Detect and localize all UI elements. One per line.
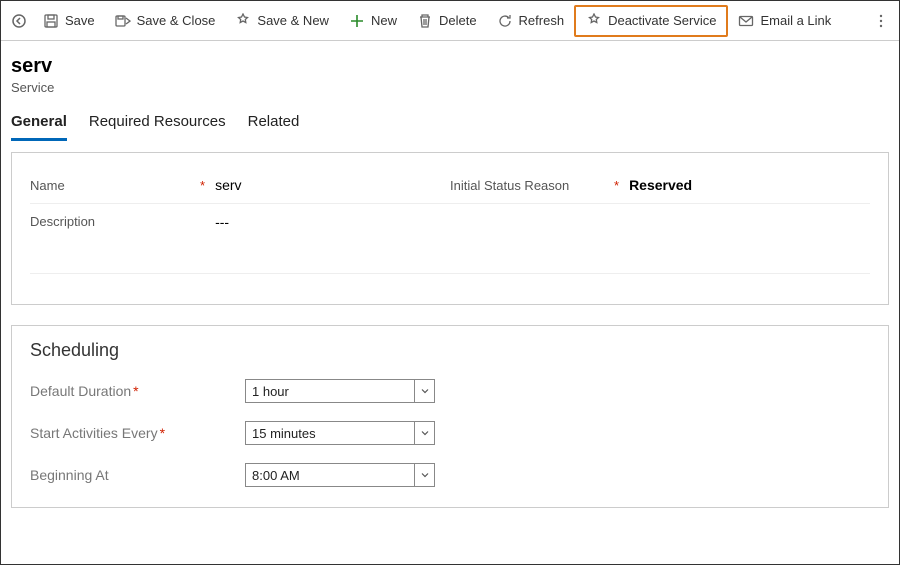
deactivate-icon <box>586 13 602 29</box>
tab-required-resources[interactable]: Required Resources <box>89 109 226 141</box>
deactivate-service-button[interactable]: Deactivate Service <box>574 5 728 37</box>
default-duration-select[interactable]: 1 hour <box>245 379 435 403</box>
required-indicator: * <box>614 178 619 193</box>
back-icon <box>11 13 27 29</box>
new-button[interactable]: New <box>339 7 407 35</box>
save-new-label: Save & New <box>257 13 329 28</box>
name-field[interactable]: serv <box>215 177 241 193</box>
beginning-at-select[interactable]: 8:00 AM <box>245 463 435 487</box>
start-activities-value: 15 minutes <box>252 426 316 441</box>
overflow-menu-button[interactable] <box>867 1 895 41</box>
description-label: Description <box>30 214 170 229</box>
save-close-button[interactable]: Save & Close <box>105 7 226 35</box>
form-tabs: General Required Resources Related <box>1 101 899 142</box>
scheduling-title: Scheduling <box>30 340 870 361</box>
beginning-at-label: Beginning At <box>30 467 245 483</box>
plus-icon <box>349 13 365 29</box>
initial-status-field[interactable]: Reserved <box>629 177 692 193</box>
new-label: New <box>371 13 397 28</box>
save-new-icon <box>235 13 251 29</box>
trash-icon <box>417 13 433 29</box>
start-activities-select[interactable]: 15 minutes <box>245 421 435 445</box>
record-header: serv Service <box>1 41 899 101</box>
refresh-icon <box>497 13 513 29</box>
save-close-label: Save & Close <box>137 13 216 28</box>
delete-button[interactable]: Delete <box>407 7 487 35</box>
back-button[interactable] <box>5 7 33 35</box>
start-activities-label: Start Activities Every* <box>30 425 245 441</box>
chevron-down-icon <box>414 422 434 444</box>
general-panel: Name * serv Initial Status Reason * Rese… <box>11 152 889 305</box>
refresh-button[interactable]: Refresh <box>487 7 575 35</box>
save-label: Save <box>65 13 95 28</box>
chevron-down-icon <box>414 380 434 402</box>
refresh-label: Refresh <box>519 13 565 28</box>
command-bar: Save Save & Close Save & New New Delete … <box>1 1 899 41</box>
description-field[interactable]: --- <box>215 214 229 230</box>
status-label: Initial Status Reason <box>450 178 610 193</box>
required-indicator: * <box>160 425 165 441</box>
more-vertical-icon <box>873 13 889 29</box>
chevron-down-icon <box>414 464 434 486</box>
tab-general[interactable]: General <box>11 109 67 141</box>
entity-type-label: Service <box>11 80 889 95</box>
email-icon <box>738 13 754 29</box>
save-close-icon <box>115 13 131 29</box>
page-title: serv <box>11 55 889 78</box>
required-indicator: * <box>200 178 205 193</box>
required-indicator: * <box>133 383 138 399</box>
default-duration-value: 1 hour <box>252 384 289 399</box>
email-link-label: Email a Link <box>760 13 831 28</box>
save-icon <box>43 13 59 29</box>
tab-related[interactable]: Related <box>248 109 300 141</box>
delete-label: Delete <box>439 13 477 28</box>
save-new-button[interactable]: Save & New <box>225 7 339 35</box>
default-duration-label: Default Duration* <box>30 383 245 399</box>
beginning-at-value: 8:00 AM <box>252 468 300 483</box>
scheduling-panel: Scheduling Default Duration* 1 hour Star… <box>11 325 889 508</box>
deactivate-label: Deactivate Service <box>608 13 716 28</box>
email-link-button[interactable]: Email a Link <box>728 7 841 35</box>
save-button[interactable]: Save <box>33 7 105 35</box>
name-label: Name <box>30 178 170 193</box>
